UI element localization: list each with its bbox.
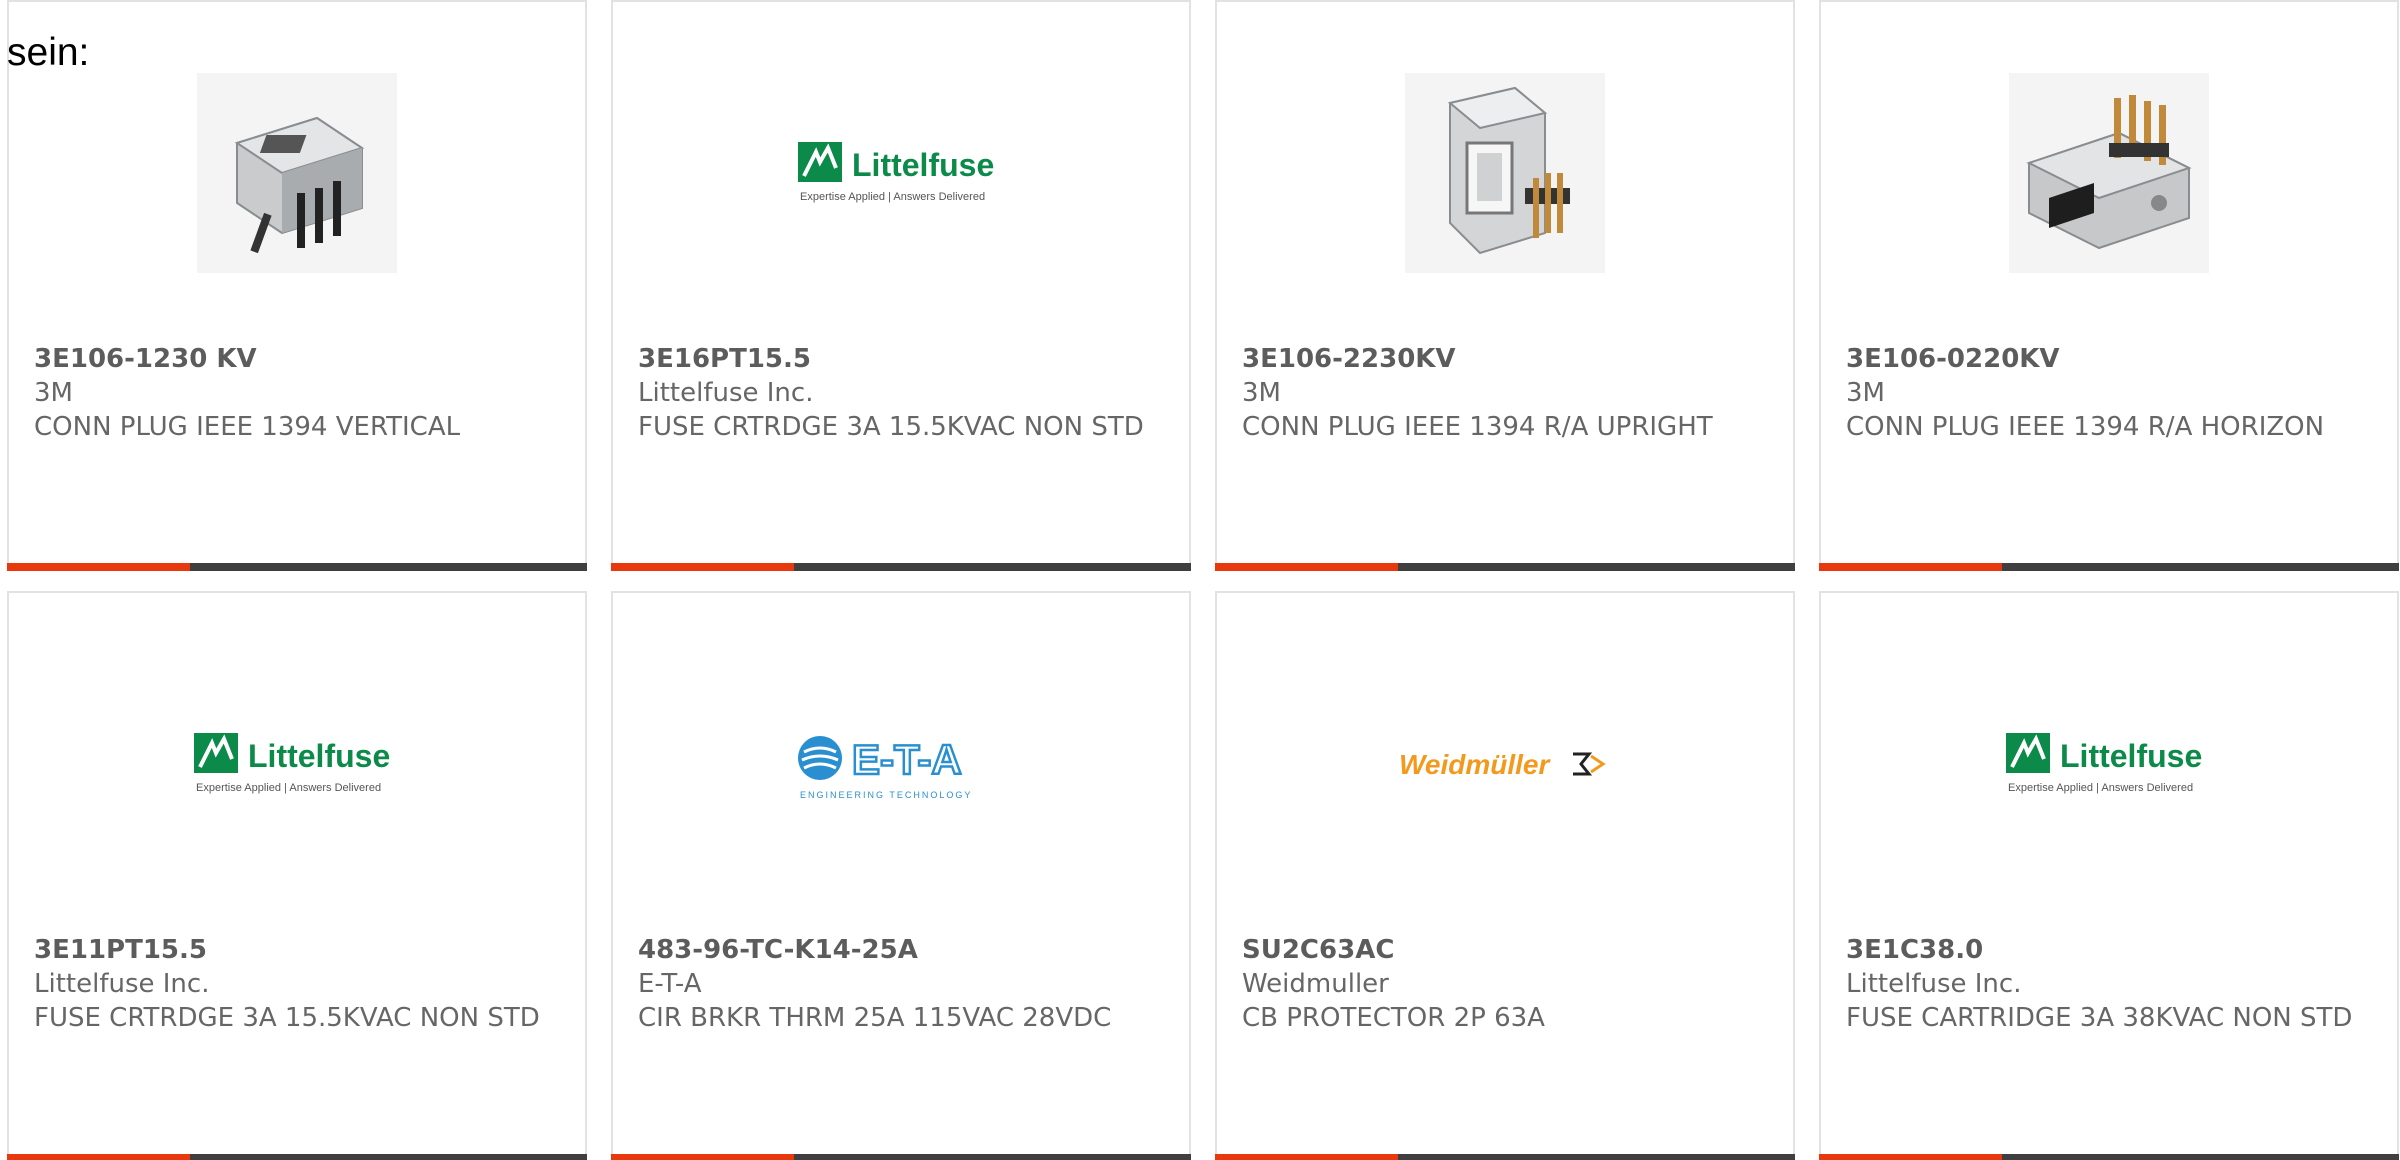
description: FUSE CRTRDGE 3A 15.5KVAC NON STD (638, 412, 1144, 442)
svg-text:ENGINEERING TECHNOLOGY: ENGINEERING TECHNOLOGY (800, 790, 972, 800)
manufacturer: 3M (1242, 378, 1281, 408)
product-image: E-T-A ENGINEERING TECHNOLOGY (613, 661, 1189, 866)
weidmuller-logo: Weidmüller (1399, 749, 1606, 780)
product-image: Littelfuse Expertise Applied | Answers D… (1821, 661, 2397, 866)
intro-text: sein: (7, 31, 90, 74)
description: CB PROTECTOR 2P 63A (1242, 1003, 1545, 1033)
description: CONN PLUG IEEE 1394 VERTICAL (34, 412, 461, 442)
part-number[interactable]: 483-96-TC-K14-25A (638, 933, 1169, 967)
product-image (1217, 70, 1793, 275)
manufacturer: Littelfuse Inc. (638, 378, 814, 408)
description: CIR BRKR THRM 25A 115VAC 28VDC (638, 1003, 1112, 1033)
product-card[interactable]: 3E106-0220KV 3M CONN PLUG IEEE 1394 R/A … (1819, 0, 2399, 571)
card-bar-accent (1215, 563, 1398, 571)
card-bar (7, 563, 587, 571)
card-bar-accent (7, 1154, 190, 1160)
littelfuse-logo: Littelfuse Expertise Applied | Answers D… (798, 141, 994, 203)
description: CONN PLUG IEEE 1394 R/A HORIZON (1846, 412, 2325, 442)
svg-text:Weidmüller: Weidmüller (1399, 749, 1552, 780)
product-image: Littelfuse Expertise Applied | Answers D… (9, 661, 585, 866)
card-bar (611, 563, 1191, 571)
product-image (1821, 70, 2397, 275)
card-bar (7, 1154, 587, 1160)
svg-text:Expertise Applied | Answers De: Expertise Applied | Answers Delivered (196, 782, 381, 794)
svg-text:E-T-A: E-T-A (852, 736, 962, 783)
svg-text:Expertise Applied | Answers De: Expertise Applied | Answers Delivered (800, 191, 985, 203)
littelfuse-logo: Littelfuse Expertise Applied | Answers D… (2006, 732, 2202, 794)
part-number[interactable]: 3E106-2230KV (1242, 342, 1773, 376)
product-card[interactable]: E-T-A ENGINEERING TECHNOLOGY 483-96-TC-K… (611, 591, 1191, 1160)
product-card[interactable]: Littelfuse Expertise Applied | Answers D… (611, 0, 1191, 571)
card-bar (1819, 1154, 2399, 1160)
card-bar-accent (611, 1154, 794, 1160)
part-number[interactable]: 3E1C38.0 (1846, 933, 2377, 967)
product-card[interactable]: Littelfuse Expertise Applied | Answers D… (7, 591, 587, 1160)
part-number[interactable]: 3E106-1230 KV (34, 342, 565, 376)
connector-horizontal-icon (2009, 72, 2209, 273)
description: FUSE CRTRDGE 3A 15.5KVAC NON STD (34, 1003, 540, 1033)
manufacturer: Weidmuller (1242, 969, 1389, 999)
manufacturer: E-T-A (638, 969, 702, 999)
card-bar-accent (1819, 1154, 2002, 1160)
svg-text:Littelfuse: Littelfuse (2060, 738, 2202, 774)
product-image (9, 70, 585, 275)
manufacturer: Littelfuse Inc. (34, 969, 210, 999)
manufacturer: 3M (1846, 378, 1885, 408)
card-bar (611, 1154, 1191, 1160)
card-bar (1215, 563, 1795, 571)
part-number[interactable]: 3E11PT15.5 (34, 933, 565, 967)
connector-upright-icon (1405, 72, 1605, 273)
description: FUSE CARTRIDGE 3A 38KVAC NON STD (1846, 1003, 2353, 1033)
product-card[interactable]: Weidmüller SU2C63AC Weidmuller CB PROTEC… (1215, 591, 1795, 1160)
manufacturer: 3M (34, 378, 73, 408)
product-grid: 3E106-1230 KV 3M CONN PLUG IEEE 1394 VER… (7, 0, 2400, 1160)
card-bar (1819, 563, 2399, 571)
part-number[interactable]: SU2C63AC (1242, 933, 1773, 967)
card-bar-accent (1215, 1154, 1398, 1160)
product-image: Weidmüller (1217, 661, 1793, 866)
part-number[interactable]: 3E16PT15.5 (638, 342, 1169, 376)
connector-vertical-icon (197, 72, 397, 273)
svg-text:Littelfuse: Littelfuse (852, 147, 994, 183)
card-bar-accent (611, 563, 794, 571)
card-bar-accent (1819, 563, 2002, 571)
card-bar (1215, 1154, 1795, 1160)
svg-text:Expertise Applied | Answers De: Expertise Applied | Answers Delivered (2008, 782, 2193, 794)
product-image: Littelfuse Expertise Applied | Answers D… (613, 70, 1189, 275)
product-card[interactable]: 3E106-2230KV 3M CONN PLUG IEEE 1394 R/A … (1215, 0, 1795, 571)
part-number[interactable]: 3E106-0220KV (1846, 342, 2377, 376)
eta-logo: E-T-A ENGINEERING TECHNOLOGY (798, 734, 972, 800)
product-card[interactable]: Littelfuse Expertise Applied | Answers D… (1819, 591, 2399, 1160)
svg-text:Littelfuse: Littelfuse (248, 738, 390, 774)
manufacturer: Littelfuse Inc. (1846, 969, 2022, 999)
product-card[interactable]: 3E106-1230 KV 3M CONN PLUG IEEE 1394 VER… (7, 0, 587, 571)
littelfuse-logo: Littelfuse Expertise Applied | Answers D… (194, 732, 390, 794)
card-bar-accent (7, 563, 190, 571)
description: CONN PLUG IEEE 1394 R/A UPRIGHT (1242, 412, 1713, 442)
